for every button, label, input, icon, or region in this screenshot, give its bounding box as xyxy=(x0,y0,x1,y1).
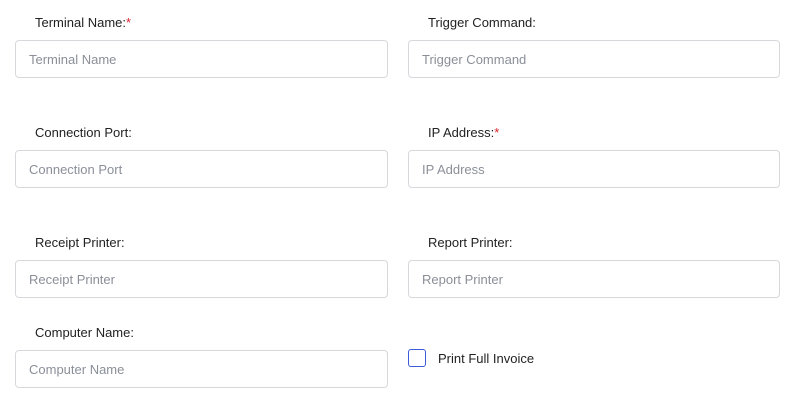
terminal-name-field: Terminal Name:* xyxy=(15,15,388,78)
trigger-command-input[interactable] xyxy=(408,40,780,78)
receipt-printer-input[interactable] xyxy=(15,260,388,298)
computer-name-input[interactable] xyxy=(15,350,388,388)
terminal-name-input[interactable] xyxy=(15,40,388,78)
connection-port-label: Connection Port: xyxy=(35,125,132,140)
trigger-command-field: Trigger Command: xyxy=(408,15,780,78)
terminal-name-label-text: Terminal Name: xyxy=(35,15,127,30)
receipt-printer-field: Receipt Printer: xyxy=(15,235,388,298)
report-printer-input[interactable] xyxy=(408,260,780,298)
ip-address-field: IP Address:* xyxy=(408,125,780,188)
computer-name-label: Computer Name: xyxy=(35,325,134,340)
required-asterisk: * xyxy=(494,125,500,140)
ip-address-input[interactable] xyxy=(408,150,780,188)
print-full-invoice-row[interactable]: Print Full Invoice xyxy=(408,349,534,367)
ip-address-label: IP Address:* xyxy=(428,125,780,141)
report-printer-field: Report Printer: xyxy=(408,235,780,298)
report-printer-label: Report Printer: xyxy=(428,235,513,250)
trigger-command-label: Trigger Command: xyxy=(428,15,536,30)
computer-name-field: Computer Name: xyxy=(15,325,388,388)
terminal-name-label: Terminal Name:* xyxy=(35,15,388,31)
ip-address-label-text: IP Address: xyxy=(428,125,495,140)
print-full-invoice-checkbox[interactable] xyxy=(408,349,426,367)
print-full-invoice-label[interactable]: Print Full Invoice xyxy=(438,351,534,366)
required-asterisk: * xyxy=(126,15,132,30)
connection-port-field: Connection Port: xyxy=(15,125,388,188)
connection-port-input[interactable] xyxy=(15,150,388,188)
receipt-printer-label: Receipt Printer: xyxy=(35,235,125,250)
